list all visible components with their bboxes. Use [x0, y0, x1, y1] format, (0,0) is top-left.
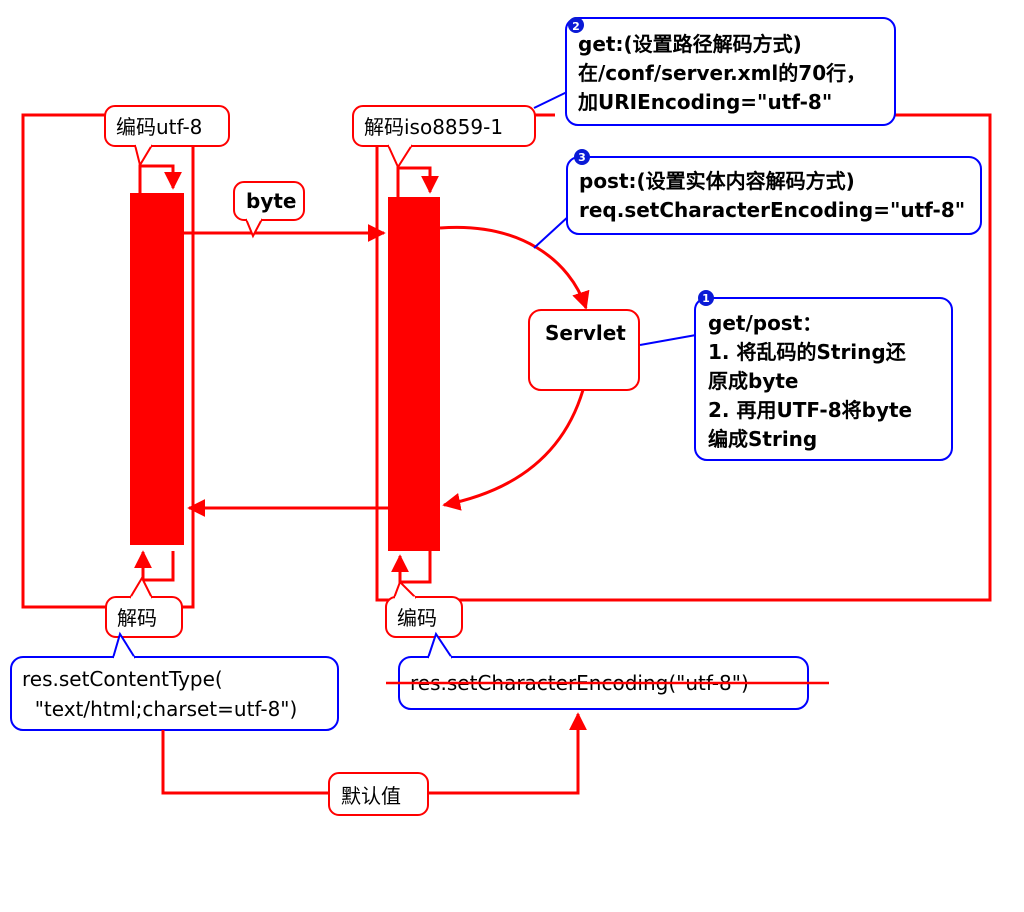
callout-decode-iso-text: 解码iso8859-1	[364, 115, 503, 139]
servlet-box: Servlet	[528, 309, 640, 391]
callout-byte: byte	[233, 181, 305, 239]
note-post-badge: 3	[578, 151, 586, 164]
callout-default-value-text: 默认值	[341, 784, 401, 808]
callout-default-value: 默认值	[328, 772, 429, 816]
note-res-content-type: res.setContentType( "text/html;charset=u…	[10, 631, 339, 731]
browser-bar	[130, 193, 184, 545]
callout-decode-left-text: 解码	[117, 606, 157, 630]
note-get: 2 get:(设置路径解码方式) 在/conf/server.xml的70行， …	[533, 17, 896, 126]
servlet-label: Servlet	[545, 321, 626, 345]
note-getpost-line-2: 1. 将乱码的String还	[708, 340, 907, 364]
decode-loop-arrow-server	[396, 166, 439, 197]
decode-loop-arrow-left	[134, 550, 175, 582]
note-getpost-line-3: 原成byte	[708, 369, 798, 393]
note-post-line-2: req.setCharacterEncoding="utf-8"	[579, 198, 965, 222]
note-res-content-type-line-2: "text/html;charset=utf-8")	[22, 697, 297, 721]
note-res-char-encoding: res.setCharacterEncoding("utf-8")	[386, 631, 829, 710]
server-bar	[388, 197, 440, 551]
to-servlet-arrow	[439, 225, 590, 310]
note-getpost-line-5: 编成String	[708, 427, 817, 451]
note-get-line-1: get:(设置路径解码方式)	[578, 32, 802, 56]
callout-encode-utf8-text: 编码utf-8	[116, 115, 202, 139]
note-getpost: 1 get/post： 1. 将乱码的String还 原成byte 2. 再用U…	[639, 290, 953, 461]
callout-encode-utf8: 编码utf-8	[104, 105, 230, 168]
note-getpost-badge: 1	[702, 292, 710, 305]
callout-encode-right: 编码	[385, 580, 463, 638]
note-getpost-line-4: 2. 再用UTF-8将byte	[708, 398, 912, 422]
callout-decode-iso: 解码iso8859-1	[352, 105, 536, 170]
note-getpost-line-1: get/post：	[708, 311, 822, 335]
note-post: 3 post:(设置实体内容解码方式) req.setCharacterEnco…	[533, 149, 982, 249]
note-post-line-1: post:(设置实体内容解码方式)	[579, 169, 855, 193]
from-servlet-arrow	[442, 389, 585, 511]
encoding-diagram: 编码utf-8 解码iso8859-1 byte 解码 编码 Servlet 2	[10, 17, 992, 816]
encode-loop-arrow	[138, 164, 182, 193]
callout-decode-left: 解码	[105, 575, 183, 638]
note-res-content-type-line-1: res.setContentType(	[22, 667, 223, 691]
callout-encode-right-text: 编码	[397, 606, 437, 630]
note-get-line-2: 在/conf/server.xml的70行，	[578, 61, 866, 85]
callout-byte-text: byte	[246, 189, 296, 213]
encode-loop-arrow-server	[391, 551, 432, 584]
note-get-line-3: 加URIEncoding="utf-8"	[577, 90, 832, 114]
